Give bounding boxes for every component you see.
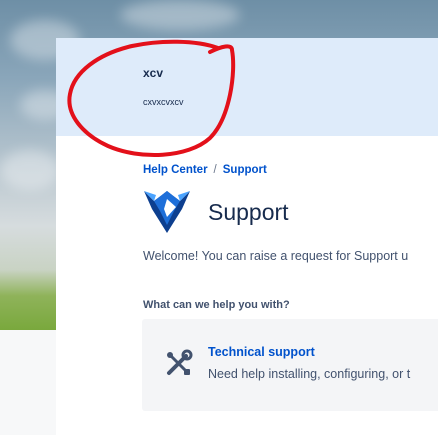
request-type-title[interactable]: Technical support	[208, 345, 315, 359]
request-type-description: Need help installing, configuring, or t	[208, 367, 411, 381]
banner-title: xcv	[143, 66, 164, 80]
breadcrumb-separator: /	[213, 164, 217, 176]
request-type-card-technical-support[interactable]: Technical support Need help installing, …	[142, 319, 438, 411]
project-logo-icon	[144, 191, 190, 233]
tools-icon	[167, 349, 193, 375]
help-center-banner: xcv cxvxcvxcv	[56, 38, 438, 136]
page-title: Support	[208, 199, 289, 225]
help-center-panel: xcv cxvxcvxcv Help Center / Support Suppor…	[56, 38, 438, 435]
banner-subtitle: cxvxcvxcv	[143, 97, 184, 107]
breadcrumb-help-center-link[interactable]: Help Center	[143, 164, 208, 176]
welcome-text: Welcome! You can raise a request for Sup…	[143, 249, 409, 263]
breadcrumb: Help Center / Support	[143, 164, 267, 176]
breadcrumb-support-link[interactable]: Support	[223, 164, 267, 176]
help-question-heading: What can we help you with?	[143, 299, 290, 311]
